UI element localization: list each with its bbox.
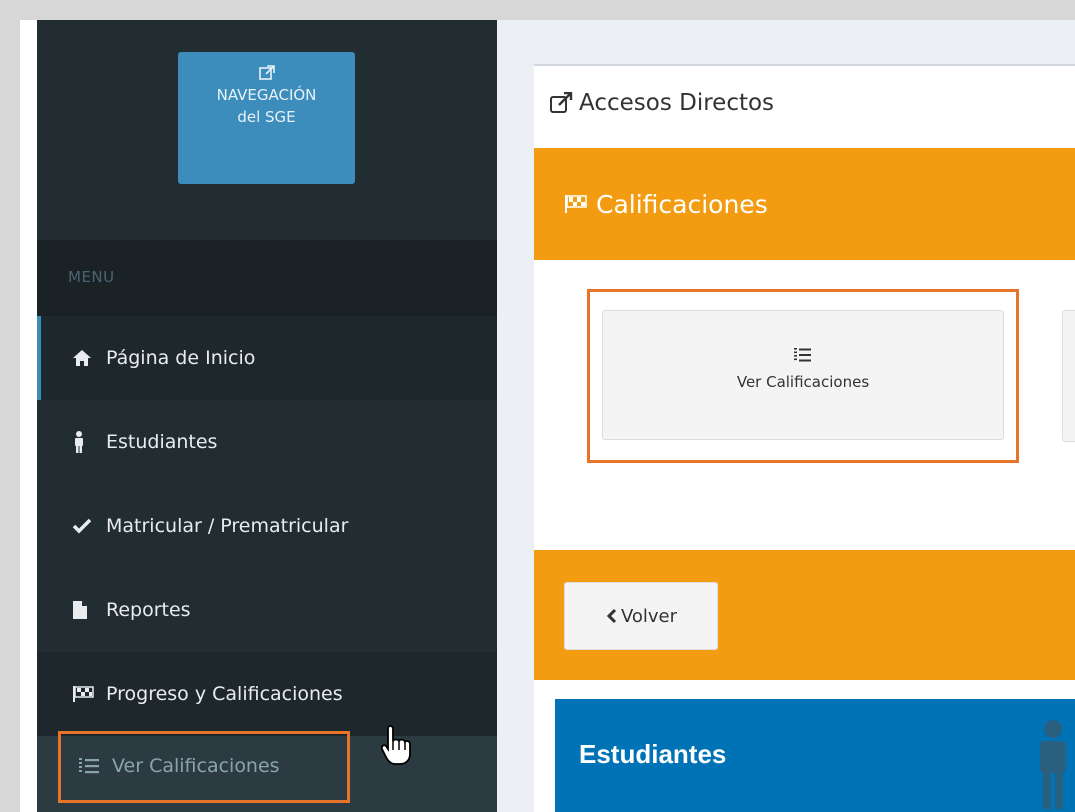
sge-navigation-label-line2: del SGE bbox=[237, 108, 296, 126]
calificaciones-header: Calificaciones bbox=[534, 148, 1075, 260]
card-footer: Volver bbox=[534, 550, 1075, 680]
submenu-item-ver-calificaciones[interactable]: Ver Calificaciones bbox=[62, 733, 348, 799]
chevron-left-icon bbox=[605, 608, 617, 624]
checkered-flag-icon bbox=[564, 194, 588, 214]
card-title-text: Accesos Directos bbox=[579, 90, 775, 116]
menu-header: MENU bbox=[37, 240, 497, 316]
section-title: Calificaciones bbox=[596, 189, 768, 219]
sidebar: NAVEGACIÓN del SGE MENU Página de Inicio… bbox=[20, 20, 497, 812]
next-shortcut-button-edge[interactable] bbox=[1062, 310, 1075, 442]
external-link-icon bbox=[178, 64, 355, 84]
sidebar-item-reportes[interactable]: Reportes bbox=[37, 568, 497, 652]
sidebar-item-matricular[interactable]: Matricular / Prematricular bbox=[37, 484, 497, 568]
card-title: Accesos Directos bbox=[549, 90, 774, 116]
male-icon bbox=[72, 431, 98, 453]
sge-navigation-label-line1: NAVEGACIÓN bbox=[216, 86, 317, 104]
sidebar-item-label: Página de Inicio bbox=[106, 347, 256, 369]
app-frame: NAVEGACIÓN del SGE MENU Página de Inicio… bbox=[20, 20, 1075, 812]
sidebar-item-progreso[interactable]: Progreso y Calificaciones bbox=[37, 652, 497, 736]
estudiantes-info-box: Estudiantes bbox=[555, 699, 1075, 812]
list-ol-icon bbox=[603, 347, 1003, 373]
file-icon bbox=[72, 600, 98, 620]
ver-calificaciones-shortcut-button[interactable]: Ver Calificaciones bbox=[602, 310, 1004, 440]
info-box-title: Estudiantes bbox=[579, 739, 727, 769]
sidebar-item-label: Reportes bbox=[106, 599, 191, 621]
check-icon bbox=[72, 518, 98, 534]
main-content: Accesos Directos Calificaciones Ver Cali… bbox=[497, 20, 1075, 812]
checkered-flag-icon bbox=[72, 685, 98, 703]
sidebar-item-label: Matricular / Prematricular bbox=[106, 515, 349, 537]
list-ol-icon bbox=[78, 757, 100, 775]
sidebar-item-label: Progreso y Calificaciones bbox=[106, 683, 343, 705]
home-icon bbox=[72, 349, 98, 367]
sidebar-item-label: Estudiantes bbox=[106, 431, 218, 453]
male-icon bbox=[1033, 719, 1073, 812]
sidebar-item-inicio[interactable]: Página de Inicio bbox=[37, 316, 497, 400]
hand-cursor-icon bbox=[380, 724, 414, 770]
submenu-item-label: Ver Calificaciones bbox=[112, 755, 280, 777]
volver-button[interactable]: Volver bbox=[564, 582, 718, 650]
sge-navigation-button[interactable]: NAVEGACIÓN del SGE bbox=[178, 52, 355, 184]
sidebar-item-estudiantes[interactable]: Estudiantes bbox=[37, 400, 497, 484]
edit-square-icon bbox=[549, 92, 573, 114]
volver-label: Volver bbox=[620, 605, 678, 627]
sidebar-left-gutter bbox=[20, 20, 37, 812]
shortcut-button-label: Ver Calificaciones bbox=[736, 373, 870, 391]
